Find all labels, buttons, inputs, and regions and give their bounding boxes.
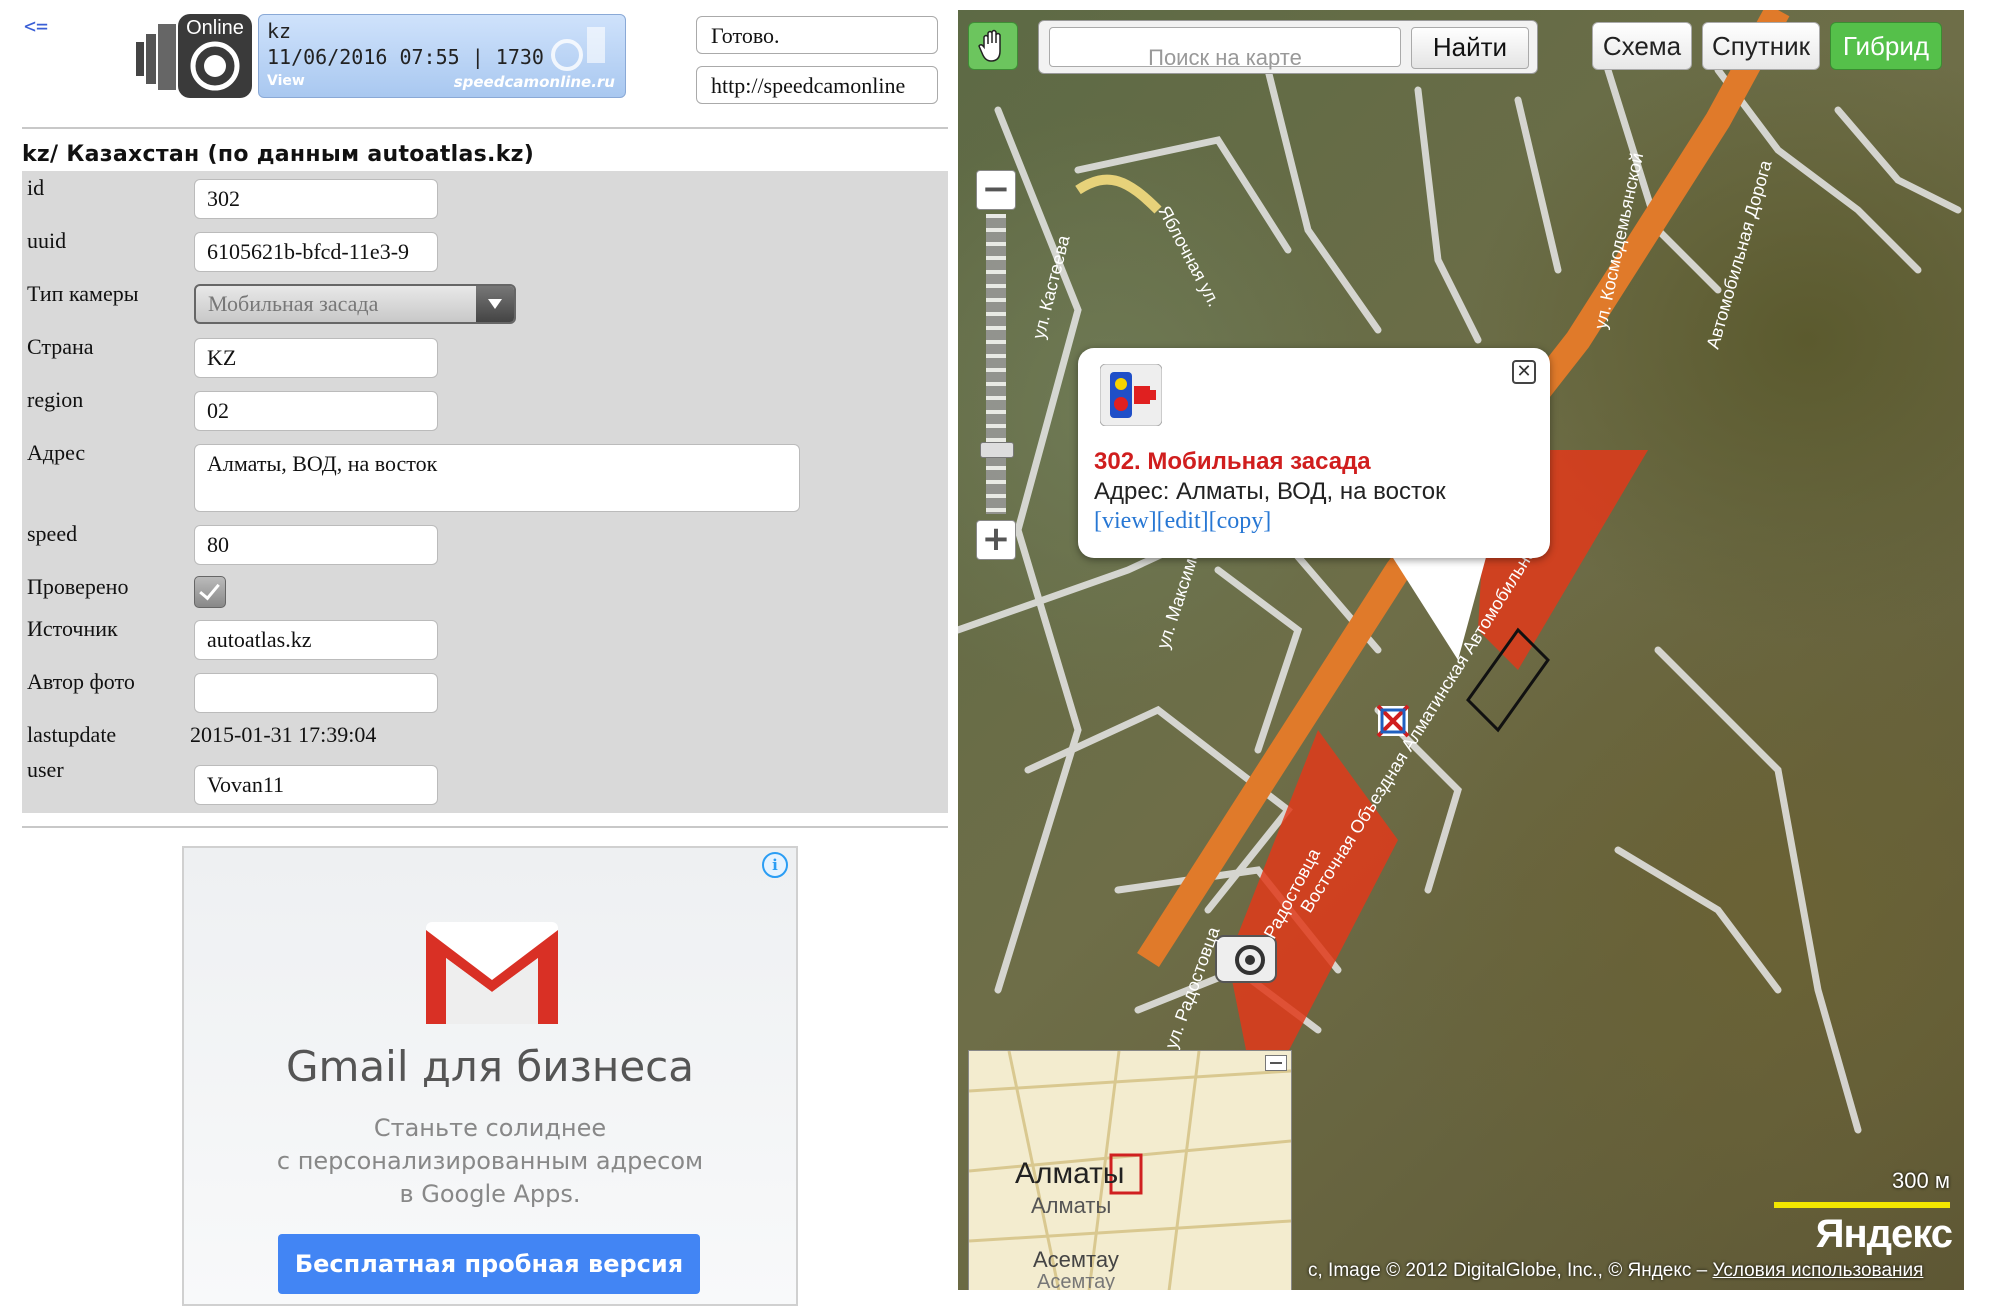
verified-checkbox[interactable] [194,576,226,608]
ad-text-line: с персонализированным адресом [276,1147,704,1175]
copyright-text: c, Image © 2012 DigitalGlobe, Inc., © Ян… [1308,1260,1708,1281]
crossed-marker-icon[interactable] [1376,704,1410,738]
minimap-city-sublabel: Алматы [1031,1193,1112,1218]
verified-label: Проверено [27,574,129,599]
status-field: Готово. [696,16,938,54]
ad-text: Станьте солиднее с персонализированным а… [184,1112,796,1211]
ad-title: Gmail для бизнеса [285,1042,695,1091]
hand-tool-button[interactable] [968,22,1018,70]
ticker-site: speedcamonline.ru [453,73,615,91]
uuid-field[interactable]: 6105621b-bfcd-11e3-9 [194,232,438,272]
yandex-logo: Яндекс [1815,1212,1953,1256]
ad-text-line: Станьте солиднее [373,1114,607,1142]
chevron-down-icon[interactable] [476,286,514,322]
photo-author-label: Автор фото [27,669,135,694]
country-field[interactable]: KZ [194,338,438,378]
balloon-title: 302. Мобильная засада [1094,448,1371,475]
ticker-view: View [267,73,305,89]
map-view[interactable]: ул. Кастеева Яблочная ул. ул. Космодемья… [958,10,1964,1290]
zoom-out-button[interactable]: − [976,170,1016,210]
street-label: Яблочная ул. [1154,202,1224,309]
balloon-tail [1388,550,1488,660]
minimap-town-label: Асемтау [1033,1247,1119,1272]
zoom-control: − + [976,170,1016,562]
scale-bar [1774,1202,1950,1208]
uuid-label: uuid [27,228,67,253]
camera-form: id 302 uuid 6105621b-bfcd-11e3-9 Тип кам… [22,171,948,813]
source-field[interactable]: autoatlas.kz [194,620,438,660]
speed-field[interactable]: 80 [194,525,438,565]
balloon-address: Адрес: Алматы, ВОД, на восток [1094,478,1446,505]
gmail-ad[interactable]: i Gmail для бизнеса Станьте солиднее с п… [182,846,798,1306]
address-label: Адрес [27,440,86,465]
speedcam-logo: Online [136,14,254,98]
terms-link[interactable]: Условия использования [1713,1260,1924,1281]
map-copyright: c, Image © 2012 DigitalGlobe, Inc., © Ян… [1308,1260,1923,1282]
ticker-banner[interactable]: kz 11/06/2016 07:55 | 1730 View speedcam… [258,14,626,98]
camera-marker-icon[interactable] [1215,935,1277,983]
ad-text-line: в Google Apps. [399,1180,581,1208]
ticker-country: kz [267,19,292,43]
find-button[interactable]: Найти [1411,27,1529,69]
address-textarea[interactable]: Алматы, ВОД, на восток [194,444,800,512]
map-mode-scheme-button[interactable]: Схема [1592,22,1692,70]
camera-type-value: Мобильная засада [208,291,379,316]
minimap-collapse-button[interactable] [1265,1055,1287,1071]
source-label: Источник [27,616,118,641]
lastupdate-label: lastupdate [27,722,117,747]
map-search-input[interactable]: Поиск на карте [1049,27,1401,70]
url-field[interactable]: http://speedcamonline [696,66,938,104]
minimap-town-sublabel: Асемтау [1037,1271,1116,1290]
user-field[interactable]: Vovan11 [194,765,438,805]
photo-author-field[interactable] [194,673,438,713]
street-label: Автомобильная Дорога [1703,157,1776,351]
region-label: region [27,387,84,412]
user-label: user [27,757,64,782]
info-icon[interactable]: i [762,852,788,878]
gmail-logo-icon [426,922,558,1024]
section-title: kz/ Казахстан (по данным autoatlas.kz) [22,142,535,167]
zoom-slider[interactable] [986,214,1006,514]
zoom-in-button[interactable]: + [976,520,1016,560]
camera-type-select[interactable]: Мобильная засада [194,284,516,324]
balloon-links[interactable]: [view][edit][copy] [1094,508,1271,535]
divider [22,826,948,828]
zoom-slider-handle[interactable] [980,442,1014,458]
free-trial-button[interactable]: Бесплатная пробная версия [278,1234,700,1294]
country-label: Страна [27,334,94,359]
divider [22,127,948,129]
map-mode-hybrid-button[interactable]: Гибрид [1830,22,1942,70]
map-mode-satellite-button[interactable]: Спутник [1702,22,1820,70]
id-field[interactable]: 302 [194,179,438,219]
close-icon[interactable]: ✕ [1512,360,1536,384]
logo-text: Online [186,17,244,39]
overview-minimap[interactable]: Алматы Алматы Асемтау Асемтау [968,1050,1292,1290]
camera-watermark-icon [551,27,605,71]
minimap-city-label: Алматы [1015,1157,1125,1190]
id-label: id [27,175,45,200]
lastupdate-value: 2015-01-31 17:39:04 [190,722,377,747]
map-search-bar: Поиск на карте Найти [1038,20,1538,74]
camera-type-label: Тип камеры [27,281,139,306]
back-link[interactable]: <= [24,14,48,38]
region-field[interactable]: 02 [194,391,438,431]
speed-label: speed [27,521,78,546]
scale-label: 300 м [1892,1168,1950,1193]
ticker-datetime: 11/06/2016 07:55 | 1730 [267,45,544,69]
mobile-camera-icon [1100,364,1162,426]
camera-info-balloon: ✕ 302. Мобильная засада Адрес: Алматы, В… [1078,348,1550,558]
hand-icon [978,29,1001,62]
